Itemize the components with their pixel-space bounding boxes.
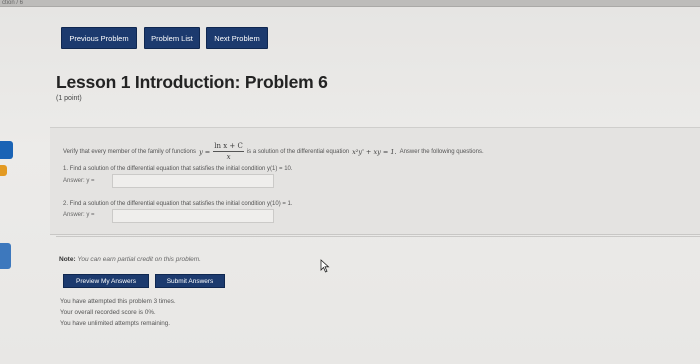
- note-label: Note:: [59, 256, 76, 263]
- side-tab-orange[interactable]: [0, 165, 7, 176]
- part-1-answer-label: Answer: y =: [63, 178, 95, 184]
- function-fraction: ln x + C x: [213, 143, 244, 161]
- part-2-question: 2. Find a solution of the differential e…: [63, 201, 293, 207]
- partial-credit-note: Note: You can earn partial credit on thi…: [59, 256, 201, 263]
- divider: [56, 236, 700, 237]
- function-variable: y =: [199, 148, 211, 156]
- part-2-answer-label: Answer: y =: [63, 212, 95, 218]
- part-2-answer-input[interactable]: [112, 209, 274, 223]
- statement-mid: is a solution of the differential equati…: [246, 149, 350, 155]
- part-1-answer-input[interactable]: [112, 174, 274, 188]
- fraction-numerator: ln x + C: [213, 142, 244, 152]
- previous-problem-button[interactable]: Previous Problem: [61, 27, 137, 49]
- part-1-question: 1. Find a solution of the differential e…: [63, 166, 293, 172]
- preview-answers-button[interactable]: Preview My Answers: [63, 274, 149, 288]
- mouse-cursor-icon: [320, 259, 330, 273]
- attempts-status: You have attempted this problem 3 times.: [60, 298, 176, 305]
- side-tab-blue-lower[interactable]: [0, 243, 11, 269]
- next-problem-button[interactable]: Next Problem: [206, 27, 268, 49]
- fraction-denominator: x: [226, 153, 231, 161]
- score-status: Your overall recorded score is 0%.: [60, 309, 156, 316]
- differential-equation: x²y' + xy = 1.: [352, 148, 397, 156]
- point-value: (1 point): [56, 95, 82, 102]
- statement-tail: Answer the following questions.: [399, 149, 484, 155]
- page-title: Lesson 1 Introduction: Problem 6: [56, 72, 328, 92]
- submit-answers-button[interactable]: Submit Answers: [155, 274, 225, 288]
- problem-list-button[interactable]: Problem List: [144, 27, 200, 49]
- problem-statement: Verify that every member of the family o…: [63, 143, 484, 161]
- breadcrumb: ction / 6: [2, 0, 24, 6]
- remaining-attempts-status: You have unlimited attempts remaining.: [60, 320, 171, 327]
- browser-top-strip: ction / 6: [0, 0, 700, 7]
- side-tab-blue[interactable]: [0, 141, 13, 159]
- note-text: You can earn partial credit on this prob…: [77, 256, 201, 263]
- statement-lead: Verify that every member of the family o…: [63, 149, 197, 155]
